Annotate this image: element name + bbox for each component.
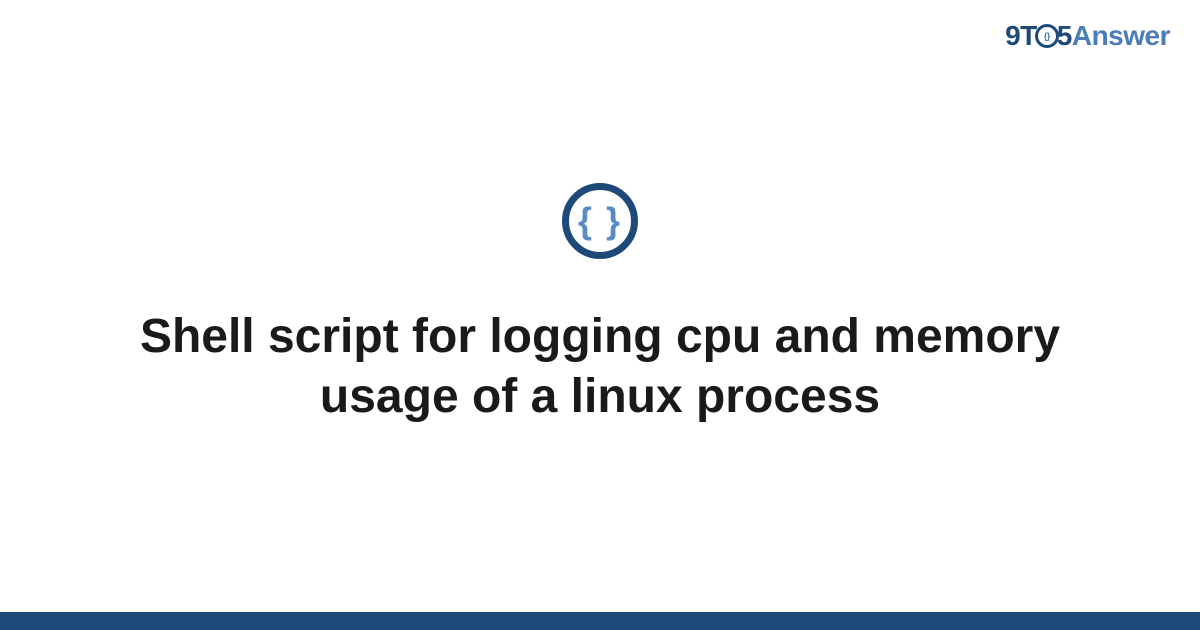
footer-accent-bar — [0, 612, 1200, 630]
page-title: Shell script for logging cpu and memory … — [110, 307, 1090, 427]
main-content: { } Shell script for logging cpu and mem… — [0, 0, 1200, 630]
category-badge: { } — [562, 183, 638, 259]
code-braces-icon: { } — [578, 200, 622, 242]
